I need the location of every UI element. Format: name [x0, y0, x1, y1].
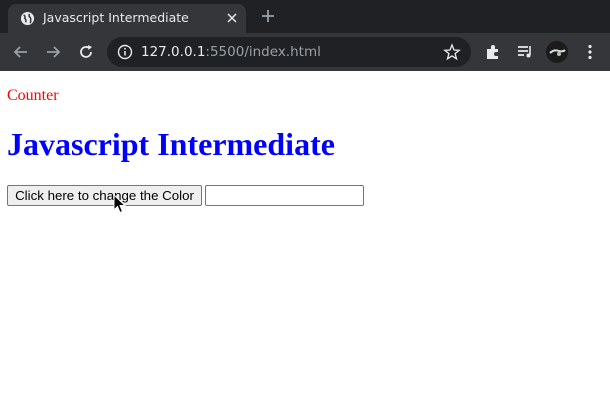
text-input[interactable] — [205, 185, 364, 206]
address-bar[interactable]: 127.0.0.1:5500/index.html — [107, 37, 471, 67]
globe-icon — [20, 11, 35, 26]
page-heading: Javascript Intermediate — [7, 126, 335, 162]
browser-toolbar: 127.0.0.1:5500/index.html — [0, 33, 610, 71]
url-host: 127.0.0.1 — [141, 44, 206, 60]
tab-strip: Javascript Intermediate — [0, 0, 610, 33]
mouse-cursor — [113, 194, 127, 214]
info-icon[interactable] — [117, 44, 133, 60]
back-arrow-icon[interactable] — [11, 42, 31, 62]
profile-avatar[interactable] — [546, 41, 568, 63]
page-content: Counter Javascript Intermediate Click he… — [0, 71, 610, 401]
extensions-icon[interactable] — [483, 42, 503, 62]
browser-tab[interactable]: Javascript Intermediate — [8, 4, 246, 33]
close-icon[interactable] — [224, 10, 240, 26]
url-text: 127.0.0.1:5500/index.html — [141, 44, 321, 60]
star-icon[interactable] — [443, 43, 461, 61]
counter-text: Counter — [7, 87, 59, 104]
reading-list-icon[interactable] — [515, 42, 535, 62]
forward-arrow-icon[interactable] — [43, 42, 63, 62]
tab-title: Javascript Intermediate — [43, 10, 189, 25]
menu-icon[interactable] — [580, 42, 600, 62]
reload-icon[interactable] — [76, 42, 96, 62]
new-tab-icon[interactable] — [259, 7, 277, 25]
change-color-button[interactable]: Click here to change the Color — [7, 185, 202, 206]
url-path: :5500/index.html — [205, 44, 321, 60]
